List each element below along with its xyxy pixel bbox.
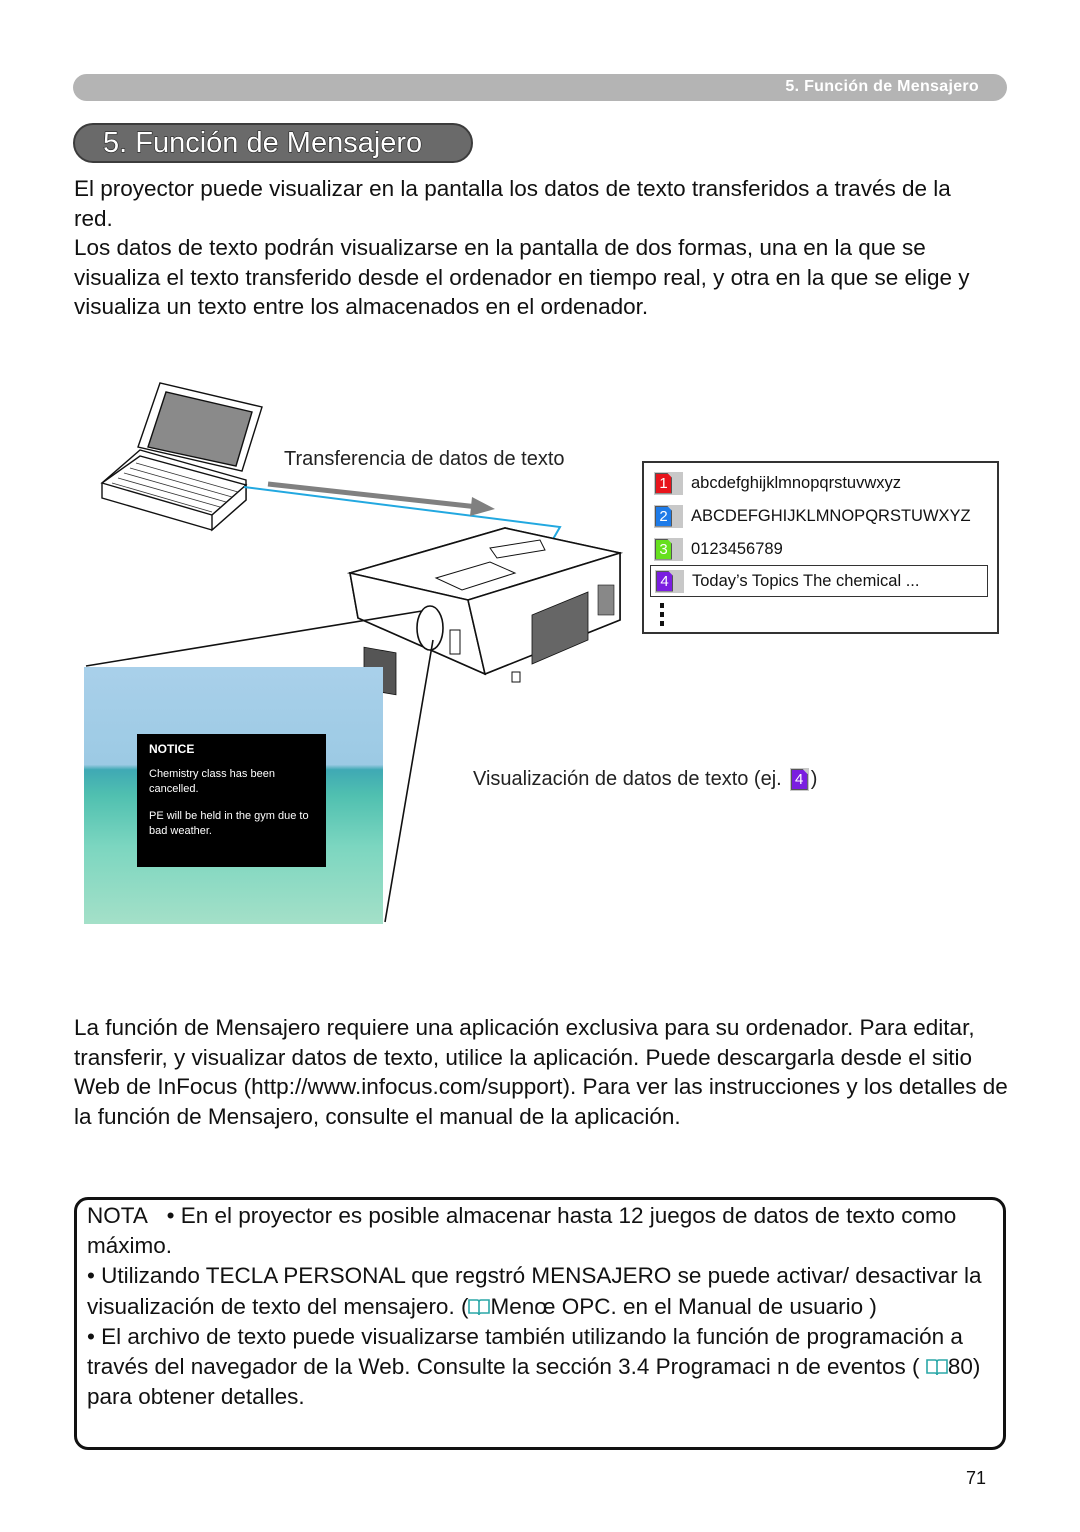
book-reference-icon xyxy=(468,1298,491,1315)
body-paragraph: La función de Mensajero requiere una apl… xyxy=(74,1015,1008,1129)
list-item[interactable]: 3 0123456789 xyxy=(654,536,783,562)
list-item-text: 0123456789 xyxy=(691,539,783,558)
transfer-arrow-icon xyxy=(267,481,495,516)
number-badge-icon: 4 xyxy=(656,570,673,592)
notice-line-2: PE will be held in the gym due to bad we… xyxy=(149,810,309,837)
number-badge-icon: 4 xyxy=(790,769,808,790)
projector-icon xyxy=(346,527,624,696)
notice-line-1: Chemistry class has been cancelled. xyxy=(149,768,275,795)
page-number: 71 xyxy=(966,1468,987,1488)
stored-text-list: 1 abcdefghijklmnopqrstuvwxyz 2 ABCDEFGHI… xyxy=(642,461,999,634)
notice-title: NOTICE xyxy=(149,742,195,756)
number-badge-icon: 3 xyxy=(655,538,672,560)
list-item-text: ABCDEFGHIJKLMNOPQRSTUWXYZ xyxy=(691,506,971,525)
list-item-selected[interactable]: 4 Today’s Topics The chemical ... xyxy=(650,565,988,597)
note-item-1: • En el proyector es posible almacenar h… xyxy=(87,1203,957,1259)
note-item-3: • El archivo de texto puede visualizarse… xyxy=(87,1323,963,1380)
list-item[interactable]: 2 ABCDEFGHIJKLMNOPQRSTUWXYZ xyxy=(654,503,971,529)
note-label: NOTA xyxy=(87,1203,148,1228)
list-item-text: Today’s Topics The chemical ... xyxy=(692,571,920,590)
display-label: Visualización de datos de texto (ej. 4 ) xyxy=(473,768,818,791)
number-badge-icon: 2 xyxy=(655,505,672,527)
number-badge-icon: 1 xyxy=(655,472,672,494)
transfer-label: Transferencia de datos de texto xyxy=(284,448,565,470)
list-item-text: abcdefghijklmnopqrstuvwxyz xyxy=(691,473,902,492)
more-items-ellipsis-icon xyxy=(660,603,664,630)
book-reference-icon xyxy=(926,1359,948,1376)
laptop-icon xyxy=(100,382,263,532)
notice-overlay: NOTICE Chemistry class has been cancelle… xyxy=(137,734,326,867)
note-content: NOTA • En el proyector es posible almace… xyxy=(87,1203,982,1410)
list-item[interactable]: 1 abcdefghijklmnopqrstuvwxyz xyxy=(654,470,901,496)
